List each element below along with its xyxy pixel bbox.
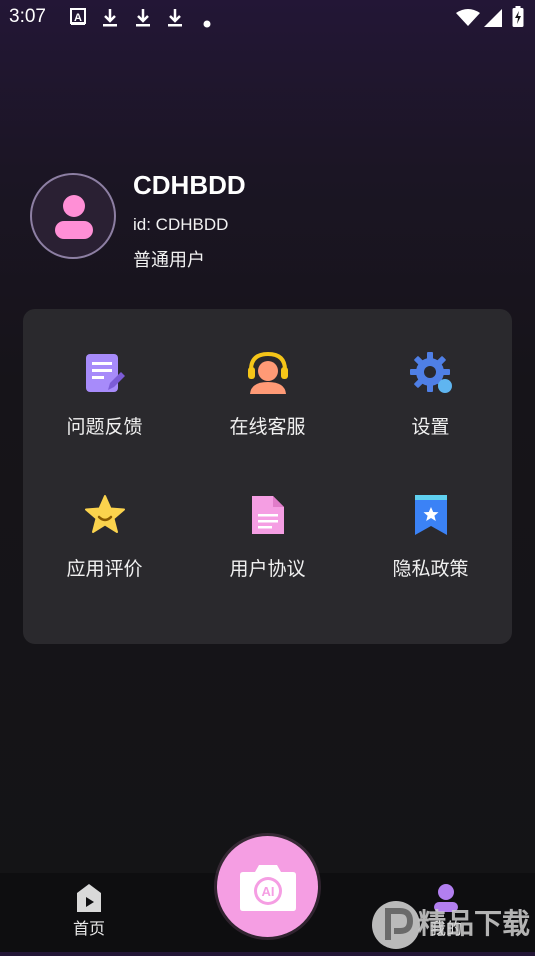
menu-item-label: 设置 (411, 416, 450, 438)
download-icon (167, 8, 183, 32)
camera-icon: AI (239, 862, 297, 916)
status-bar: 3:07 A (0, 0, 535, 36)
menu-item-label: 应用评价 (66, 558, 143, 580)
profile-header: CDHBDD id: CDHBDD 普通用户 (0, 160, 535, 280)
camera-ai-text: AI (262, 884, 275, 899)
menu-item-customer-service[interactable]: 在线客服 (186, 351, 349, 492)
battery-icon (512, 6, 524, 32)
menu-item-settings[interactable]: 设置 (349, 352, 512, 492)
menu-item-user-agreement[interactable]: 用户协议 (186, 494, 349, 634)
watermark-logo: 精品下载 (366, 895, 535, 952)
watermark-text: 精品下载 (418, 907, 530, 940)
menu-item-feedback[interactable]: 问题反馈 (23, 352, 186, 492)
menu-item-app-rating[interactable]: 应用评价 (23, 494, 186, 634)
bookmark-icon (410, 494, 452, 536)
menu-item-label: 隐私政策 (392, 558, 469, 580)
menu-item-label: 问题反馈 (66, 416, 143, 438)
avatar[interactable] (30, 173, 116, 259)
a-box-icon: A (70, 8, 86, 30)
home-icon (49, 883, 129, 915)
status-time: 3:07 (9, 6, 46, 27)
download-icon (102, 8, 118, 32)
menu-item-label: 用户协议 (229, 558, 306, 580)
user-level: 普通用户 (133, 250, 205, 271)
feedback-icon (84, 352, 126, 394)
gear-icon (410, 352, 452, 394)
svg-text:A: A (74, 12, 82, 24)
signal-icon (484, 9, 502, 31)
user-id: id: CDHBDD (133, 215, 229, 234)
username: CDHBDD (133, 170, 246, 200)
nav-home[interactable]: 首页 (49, 883, 129, 939)
ai-camera-button[interactable]: AI (217, 836, 318, 937)
menu-item-label: 在线客服 (229, 416, 306, 438)
star-icon (84, 494, 126, 536)
customer-service-icon (247, 351, 289, 394)
menu-item-privacy-policy[interactable]: 隐私政策 (349, 494, 512, 634)
user-icon (53, 193, 95, 245)
wifi-icon (456, 9, 480, 31)
download-icon (135, 8, 151, 32)
document-icon (247, 494, 289, 536)
nav-home-label: 首页 (72, 919, 105, 938)
dot-icon (203, 13, 211, 32)
menu-card: 问题反馈 在线客服 设置 应用评价 用户协议 隐私政策 (23, 309, 512, 644)
